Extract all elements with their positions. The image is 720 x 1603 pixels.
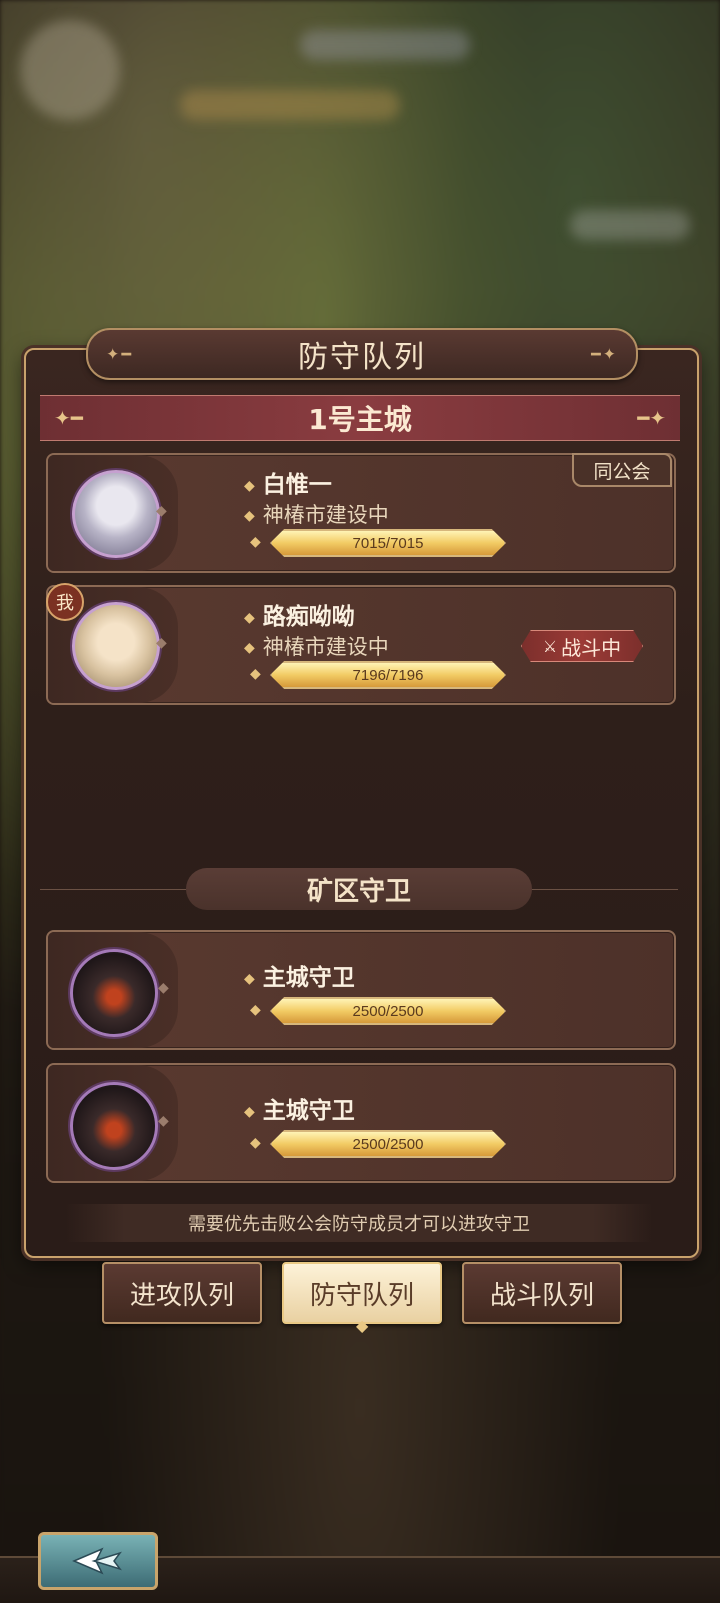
guards-section-title: 矿区守卫 <box>186 868 532 910</box>
guard-name: 主城守卫 <box>262 965 355 991</box>
title-ornament-right-icon: ━✦ <box>590 344 618 364</box>
hp-text: 7015/7015 <box>352 534 424 552</box>
defender-name: 白惟一 <box>262 472 332 498</box>
panel-title: 防守队列 <box>298 340 426 375</box>
guard-name-row: ◆ 主城守卫 <box>244 958 355 992</box>
diamond-bullet-icon: ◆ <box>244 609 255 626</box>
hp-text: 2500/2500 <box>352 1002 424 1020</box>
back-arrow-icon <box>72 1547 122 1575</box>
me-badge: 我 <box>46 583 84 621</box>
hp-bar: 2500/2500 <box>270 1130 506 1158</box>
tab-defense-queue[interactable]: 防守队列 <box>282 1262 442 1324</box>
diamond-bullet-icon: ◆ <box>250 666 261 682</box>
diamond-side-icon: ◆ <box>156 503 167 519</box>
notice-text: 需要优先击败公会防守成员才可以进攻守卫 <box>66 1204 652 1242</box>
hp-bar: 2500/2500 <box>270 997 506 1025</box>
divider-right <box>532 889 678 890</box>
defender-name-row: ◆ 路痴呦呦 <box>244 597 355 631</box>
diamond-bullet-icon: ◆ <box>244 640 255 656</box>
tab-battle-queue[interactable]: 战斗队列 <box>462 1262 622 1324</box>
guard-avatar <box>70 949 158 1037</box>
in-battle-tag: ⚔ 战斗中 <box>521 630 643 662</box>
avatar <box>72 470 160 558</box>
hp-bar: 7196/7196 <box>270 661 506 689</box>
defender-card[interactable]: ◆ 我 ◆ 路痴呦呦 ◆ 神椿市建设中 ◆ 7196/7196 ⚔ 战斗中 <box>46 583 676 705</box>
star-ornament-right-icon: ━✦ <box>637 406 666 430</box>
star-ornament-left-icon: ✦━ <box>54 406 83 430</box>
hp-text: 7196/7196 <box>352 666 424 684</box>
diamond-bullet-icon: ◆ <box>244 477 255 494</box>
defender-status: 神椿市建设中 <box>262 503 389 527</box>
diamond-bullet-icon: ◆ <box>244 1103 255 1120</box>
hp-bar: 7015/7015 <box>270 529 506 557</box>
tab-attack-queue[interactable]: 进攻队列 <box>102 1262 262 1324</box>
background-blob <box>20 20 120 120</box>
diamond-bullet-icon: ◆ <box>250 1135 261 1151</box>
panel-title-bar: ✦━ 防守队列 ━✦ <box>86 328 638 380</box>
background-blob <box>180 90 400 120</box>
diamond-side-icon: ◆ <box>158 980 169 996</box>
back-button[interactable] <box>38 1532 158 1590</box>
city-title: 1号主城 <box>308 403 412 436</box>
diamond-bullet-icon: ◆ <box>250 1002 261 1018</box>
guard-name: 主城守卫 <box>262 1098 355 1124</box>
background-blob <box>570 210 690 240</box>
crossed-swords-icon: ⚔ <box>542 636 558 656</box>
diamond-bullet-icon: ◆ <box>244 970 255 987</box>
diamond-bullet-icon: ◆ <box>244 508 255 524</box>
in-battle-label: 战斗中 <box>561 635 622 660</box>
defender-name: 路痴呦呦 <box>262 604 355 630</box>
title-ornament-left-icon: ✦━ <box>106 344 134 364</box>
guard-card[interactable]: ◆ ◆ 主城守卫 ◆ 2500/2500 <box>46 930 676 1050</box>
diamond-side-icon: ◆ <box>156 635 167 651</box>
defender-status-row: ◆ 神椿市建设中 <box>244 499 389 529</box>
diamond-bullet-icon: ◆ <box>250 534 261 550</box>
same-guild-tag: 同公会 <box>572 453 672 487</box>
active-tab-caret-icon: ◆ <box>356 1316 369 1335</box>
guard-card[interactable]: ◆ ◆ 主城守卫 ◆ 2500/2500 <box>46 1063 676 1183</box>
city-banner: ✦━ 1号主城 ━✦ <box>40 395 680 441</box>
defender-name-row: ◆ 白惟一 <box>244 465 332 499</box>
guard-avatar <box>70 1082 158 1170</box>
guard-name-row: ◆ 主城守卫 <box>244 1091 355 1125</box>
avatar <box>72 602 160 690</box>
defender-status: 神椿市建设中 <box>262 635 389 659</box>
defender-card[interactable]: ◆ ◆ 白惟一 ◆ 神椿市建设中 ◆ 7015/7015 同公会 <box>46 453 676 573</box>
divider-left <box>40 889 186 890</box>
hp-text: 2500/2500 <box>352 1135 424 1153</box>
background-blob <box>300 30 470 60</box>
defender-status-row: ◆ 神椿市建设中 <box>244 631 389 661</box>
diamond-side-icon: ◆ <box>158 1113 169 1129</box>
